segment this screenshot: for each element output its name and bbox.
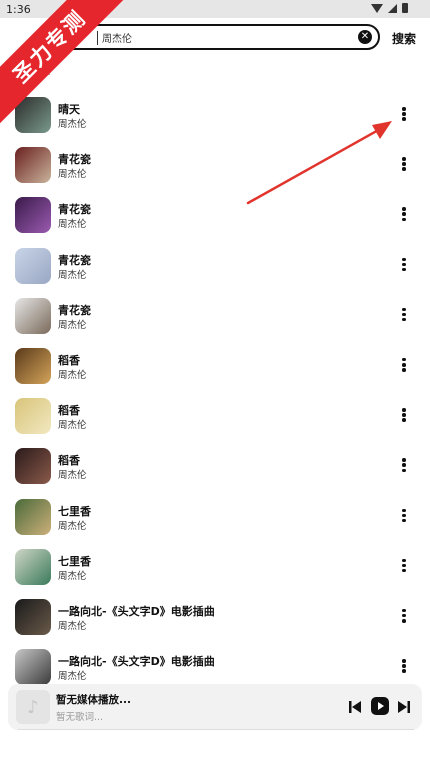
song-title: 稻香 xyxy=(58,454,80,468)
more-icon[interactable] xyxy=(398,357,410,374)
album-cover xyxy=(15,398,51,435)
song-row[interactable]: 青花瓷 周杰伦 xyxy=(0,140,430,190)
more-icon[interactable] xyxy=(398,207,410,223)
album-cover xyxy=(15,197,51,234)
player-artwork: ♪ xyxy=(16,690,50,724)
text-caret xyxy=(97,31,98,45)
mini-player[interactable]: ♪ 暂无媒体播放... 暂无歌词... xyxy=(8,684,422,730)
more-icon[interactable] xyxy=(398,458,410,474)
player-title: 暂无媒体播放... xyxy=(56,694,131,706)
more-icon[interactable] xyxy=(398,107,410,123)
album-cover xyxy=(15,297,51,334)
more-icon[interactable] xyxy=(398,257,410,274)
song-row[interactable]: 七里香 周杰伦 xyxy=(0,542,430,592)
play-icon[interactable] xyxy=(371,697,389,715)
previous-icon[interactable] xyxy=(347,699,363,715)
song-title: 青花瓷 xyxy=(58,303,91,317)
song-artist: 周杰伦 xyxy=(58,470,87,482)
album-cover xyxy=(15,448,51,485)
clear-icon[interactable]: ✕ xyxy=(358,30,372,44)
song-artist: 周杰伦 xyxy=(58,520,87,532)
battery-icon xyxy=(402,3,408,13)
status-icons xyxy=(371,3,408,13)
song-artist: 周杰伦 xyxy=(58,319,87,331)
album-cover xyxy=(15,347,51,384)
search-input[interactable] xyxy=(102,28,342,46)
song-list: 晴天 周杰伦 青花瓷 周杰伦 青花瓷 周杰伦 青花瓷 周杰伦 青花瓷 周杰伦 稻香 周杰伦 稻香 周杰伦稻… xyxy=(0,90,430,692)
album-cover xyxy=(15,548,51,585)
song-title: 稻香 xyxy=(58,353,80,367)
song-artist: 周杰伦 xyxy=(58,671,87,683)
song-title: 青花瓷 xyxy=(58,203,91,217)
wifi-icon xyxy=(371,3,383,13)
more-icon[interactable] xyxy=(398,659,410,675)
more-icon[interactable] xyxy=(398,408,410,424)
song-title: 晴天 xyxy=(58,103,80,116)
more-icon[interactable] xyxy=(398,558,410,575)
song-title: 青花瓷 xyxy=(58,153,91,167)
more-icon[interactable] xyxy=(398,508,410,525)
song-row[interactable]: 稻香 周杰伦 xyxy=(0,441,430,491)
more-icon[interactable] xyxy=(398,608,410,625)
song-artist: 周杰伦 xyxy=(58,269,87,281)
song-artist: 周杰伦 xyxy=(58,169,87,181)
music-note-icon: ♪ xyxy=(27,696,39,718)
song-artist: 周杰伦 xyxy=(58,620,87,632)
status-time: 1:36 xyxy=(6,3,31,16)
song-title: 一路向北-《头文字D》电影插曲 xyxy=(58,655,215,669)
song-title: 一路向北-《头文字D》电影插曲 xyxy=(58,604,215,618)
song-title: 青花瓷 xyxy=(58,253,91,267)
album-cover xyxy=(15,649,51,686)
song-artist: 周杰伦 xyxy=(58,420,87,432)
song-title: 七里香 xyxy=(58,554,91,568)
song-row[interactable]: 青花瓷 周杰伦 xyxy=(0,291,430,341)
signal-icon xyxy=(388,3,397,13)
song-artist: 周杰伦 xyxy=(58,219,87,231)
song-row[interactable]: 一路向北-《头文字D》电影插曲 周杰伦 xyxy=(0,592,430,642)
album-cover xyxy=(15,247,51,284)
song-row[interactable]: 稻香 周杰伦 xyxy=(0,341,430,391)
album-cover xyxy=(15,147,51,184)
song-row[interactable]: 七里香 周杰伦 xyxy=(0,492,430,542)
more-icon[interactable] xyxy=(398,307,410,324)
song-row[interactable]: 晴天 周杰伦 xyxy=(0,90,430,140)
player-lyric: 暂无歌词... xyxy=(56,712,104,723)
album-cover xyxy=(15,498,51,535)
player-divider xyxy=(18,729,414,730)
album-cover xyxy=(15,598,51,635)
song-row[interactable]: 稻香 周杰伦 xyxy=(0,391,430,441)
search-button[interactable]: 搜索 xyxy=(392,30,416,47)
song-artist: 周杰伦 xyxy=(58,119,87,130)
song-artist: 周杰伦 xyxy=(58,570,87,582)
more-icon[interactable] xyxy=(398,157,410,173)
next-icon[interactable] xyxy=(396,699,412,715)
song-row[interactable]: 青花瓷 周杰伦 xyxy=(0,241,430,291)
song-row[interactable]: 青花瓷 周杰伦 xyxy=(0,190,430,240)
song-title: 稻香 xyxy=(58,404,80,418)
song-artist: 周杰伦 xyxy=(58,369,87,381)
song-title: 七里香 xyxy=(58,504,91,518)
